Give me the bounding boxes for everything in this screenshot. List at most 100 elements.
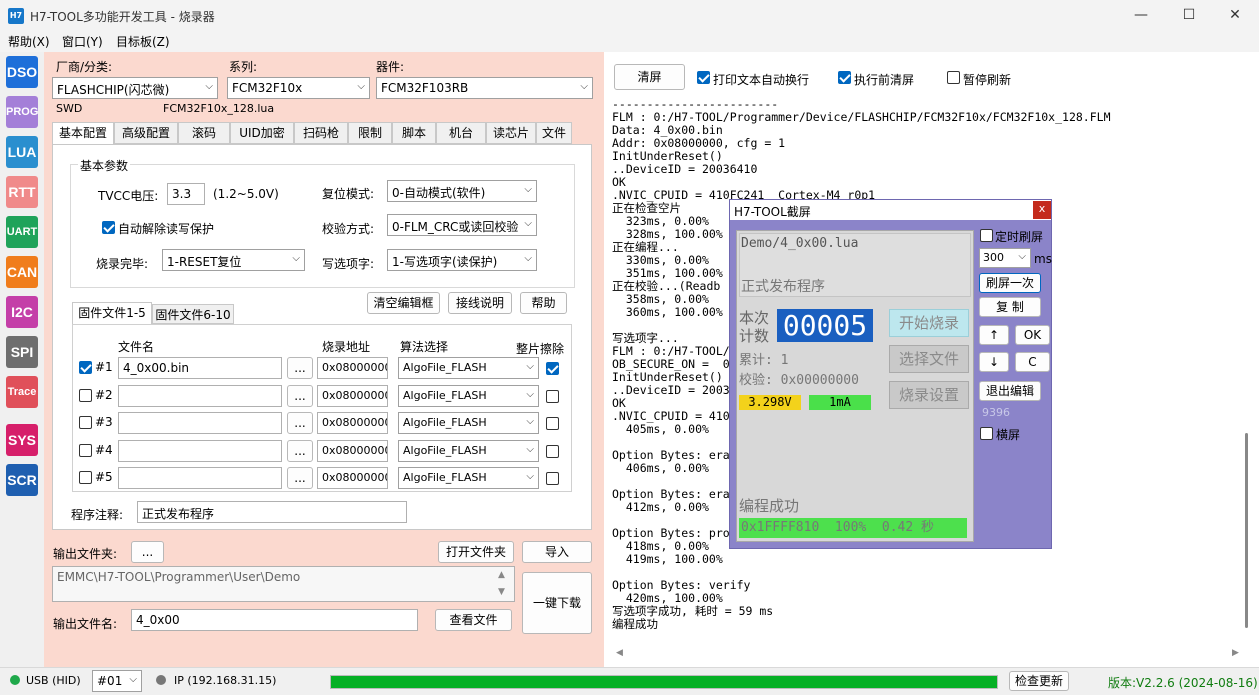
full-erase-checkbox[interactable] bbox=[546, 472, 559, 485]
sidebar-spi-button[interactable]: SPI bbox=[6, 336, 38, 368]
landscape-checkbox[interactable] bbox=[980, 427, 993, 440]
sidebar-i2c-button[interactable]: I2C bbox=[6, 296, 38, 328]
verify-mode-select[interactable]: 0-FLM_CRC或读回校验 ⌵ bbox=[387, 214, 537, 236]
copy-button[interactable]: 复 制 bbox=[979, 297, 1041, 317]
sidebar-lua-button[interactable]: LUA bbox=[6, 136, 38, 168]
menu-help[interactable]: 帮助(X) bbox=[8, 33, 50, 50]
sidebar-trace-button[interactable]: Trace bbox=[6, 376, 38, 408]
sidebar-prog-button[interactable]: PROG bbox=[6, 96, 38, 128]
tab-firmware-1-5[interactable]: 固件文件1-5 bbox=[72, 302, 152, 324]
address-input[interactable]: 0x08000000 bbox=[317, 467, 388, 489]
tvcc-input[interactable]: 3.3 bbox=[167, 183, 205, 205]
one-click-download-button[interactable]: 一键下载 bbox=[522, 572, 592, 634]
browse-file-button[interactable]: ... bbox=[287, 357, 313, 379]
algorithm-select[interactable]: AlgoFile_FLASH ⌵ bbox=[398, 412, 539, 434]
c-button[interactable]: C bbox=[1015, 352, 1050, 372]
refresh-interval-select[interactable]: 300 ⌵ bbox=[979, 248, 1031, 268]
sidebar-uart-button[interactable]: UART bbox=[6, 216, 38, 248]
file-row-checkbox[interactable] bbox=[79, 416, 92, 429]
tab-limit[interactable]: 限制 bbox=[348, 122, 392, 144]
scroll-up-icon[interactable]: ▲ bbox=[498, 570, 505, 580]
browse-file-button[interactable]: ... bbox=[287, 385, 313, 407]
scroll-left-icon[interactable]: ◀ bbox=[616, 648, 623, 658]
down-button[interactable]: ↓ bbox=[979, 352, 1009, 372]
address-input[interactable]: 0x08000000 bbox=[317, 357, 388, 379]
browse-file-button[interactable]: ... bbox=[287, 440, 313, 462]
auto-unprotect-checkbox[interactable] bbox=[102, 221, 115, 234]
tab-scanner[interactable]: 扫码枪 bbox=[294, 122, 348, 144]
tab-script[interactable]: 脚本 bbox=[392, 122, 436, 144]
full-erase-checkbox[interactable] bbox=[546, 390, 559, 403]
address-input[interactable]: 0x08000000 bbox=[317, 385, 388, 407]
tab-basic[interactable]: 基本配置 bbox=[52, 122, 114, 144]
series-select[interactable]: FCM32F10x ⌵ bbox=[227, 77, 370, 99]
file-row-checkbox[interactable] bbox=[79, 471, 92, 484]
browse-file-button[interactable]: ... bbox=[287, 467, 313, 489]
program-settings-button[interactable]: 烧录设置 bbox=[889, 381, 969, 409]
select-file-button[interactable]: 选择文件 bbox=[889, 345, 969, 373]
device-select[interactable]: FCM32F103RB ⌵ bbox=[376, 77, 593, 99]
view-file-button[interactable]: 查看文件 bbox=[435, 609, 512, 631]
tab-rolling-code[interactable]: 滚码 bbox=[178, 122, 230, 144]
open-folder-button[interactable]: 打开文件夹 bbox=[438, 541, 514, 563]
algorithm-select[interactable]: AlgoFile_FLASH ⌵ bbox=[398, 467, 539, 489]
algorithm-select[interactable]: AlgoFile_FLASH ⌵ bbox=[398, 385, 539, 407]
vendor-select[interactable]: FLASHCHIP(闪芯微) ⌵ bbox=[52, 77, 218, 99]
maximize-button[interactable]: ☐ bbox=[1166, 0, 1212, 30]
sidebar-sys-button[interactable]: SYS bbox=[6, 424, 38, 456]
tab-uid-encrypt[interactable]: UID加密 bbox=[230, 122, 294, 144]
minimize-button[interactable]: — bbox=[1118, 0, 1164, 30]
browse-file-button[interactable]: ... bbox=[287, 412, 313, 434]
clear-before-checkbox[interactable] bbox=[838, 71, 851, 84]
scroll-right-icon[interactable]: ▶ bbox=[1232, 648, 1239, 658]
dialog-close-button[interactable]: x bbox=[1033, 201, 1051, 219]
full-erase-checkbox[interactable] bbox=[546, 362, 559, 375]
output-folder-browse-button[interactable]: ... bbox=[131, 541, 164, 563]
start-program-button[interactable]: 开始烧录 bbox=[889, 309, 969, 337]
log-h-scrollbar[interactable]: ◀ ▶ bbox=[612, 648, 1240, 660]
auto-wrap-checkbox[interactable] bbox=[697, 71, 710, 84]
tab-advanced[interactable]: 高级配置 bbox=[114, 122, 178, 144]
file-row-checkbox[interactable] bbox=[79, 444, 92, 457]
address-input[interactable]: 0x08000000 bbox=[317, 440, 388, 462]
clear-screen-button[interactable]: 清屏 bbox=[614, 64, 685, 90]
up-button[interactable]: ↑ bbox=[979, 325, 1009, 345]
ok-button[interactable]: OK bbox=[1015, 325, 1050, 345]
file-row-checkbox[interactable] bbox=[79, 389, 92, 402]
algorithm-select[interactable]: AlgoFile_FLASH ⌵ bbox=[398, 357, 539, 379]
import-button[interactable]: 导入 bbox=[522, 541, 592, 563]
address-input[interactable]: 0x08000000 bbox=[317, 412, 388, 434]
log-scrollbar[interactable] bbox=[1242, 98, 1252, 648]
help-button[interactable]: 帮助 bbox=[520, 292, 567, 314]
exit-edit-button[interactable]: 退出编辑 bbox=[979, 381, 1041, 401]
close-button[interactable]: ✕ bbox=[1212, 0, 1258, 30]
file-name-input[interactable]: 4_0x00.bin bbox=[118, 357, 282, 379]
file-name-input[interactable] bbox=[118, 440, 282, 462]
wiring-guide-button[interactable]: 接线说明 bbox=[448, 292, 512, 314]
menu-window[interactable]: 窗口(Y) bbox=[62, 33, 103, 50]
menu-target[interactable]: 目标板(Z) bbox=[116, 33, 170, 50]
full-erase-checkbox[interactable] bbox=[546, 417, 559, 430]
scrollbar-thumb[interactable] bbox=[1245, 433, 1248, 628]
sidebar-can-button[interactable]: CAN bbox=[6, 256, 38, 288]
output-filename-input[interactable]: 4_0x00 bbox=[131, 609, 418, 631]
tab-firmware-6-10[interactable]: 固件文件6-10 bbox=[152, 304, 234, 324]
sidebar-dso-button[interactable]: DSO bbox=[6, 56, 38, 88]
scroll-down-icon[interactable]: ▼ bbox=[498, 587, 505, 597]
full-erase-checkbox[interactable] bbox=[546, 445, 559, 458]
clear-edit-button[interactable]: 清空编辑框 bbox=[367, 292, 440, 314]
pause-refresh-checkbox[interactable] bbox=[947, 71, 960, 84]
file-name-input[interactable] bbox=[118, 412, 282, 434]
tab-machine[interactable]: 机台 bbox=[436, 122, 486, 144]
port-select[interactable]: #01 ⌵ bbox=[92, 670, 142, 692]
timer-refresh-checkbox[interactable] bbox=[980, 229, 993, 242]
after-program-select[interactable]: 1-RESET复位 ⌵ bbox=[162, 249, 305, 271]
file-name-input[interactable] bbox=[118, 467, 282, 489]
reset-mode-select[interactable]: 0-自动模式(软件) ⌵ bbox=[387, 180, 537, 202]
output-path-text[interactable]: EMMC\H7-TOOL\Programmer\User\Demo bbox=[52, 566, 515, 602]
tab-read-chip[interactable]: 读芯片 bbox=[486, 122, 536, 144]
sidebar-rtt-button[interactable]: RTT bbox=[6, 176, 38, 208]
sidebar-scr-button[interactable]: SCR bbox=[6, 464, 38, 496]
algorithm-select[interactable]: AlgoFile_FLASH ⌵ bbox=[398, 440, 539, 462]
refresh-once-button[interactable]: 刷屏一次 bbox=[979, 273, 1041, 293]
